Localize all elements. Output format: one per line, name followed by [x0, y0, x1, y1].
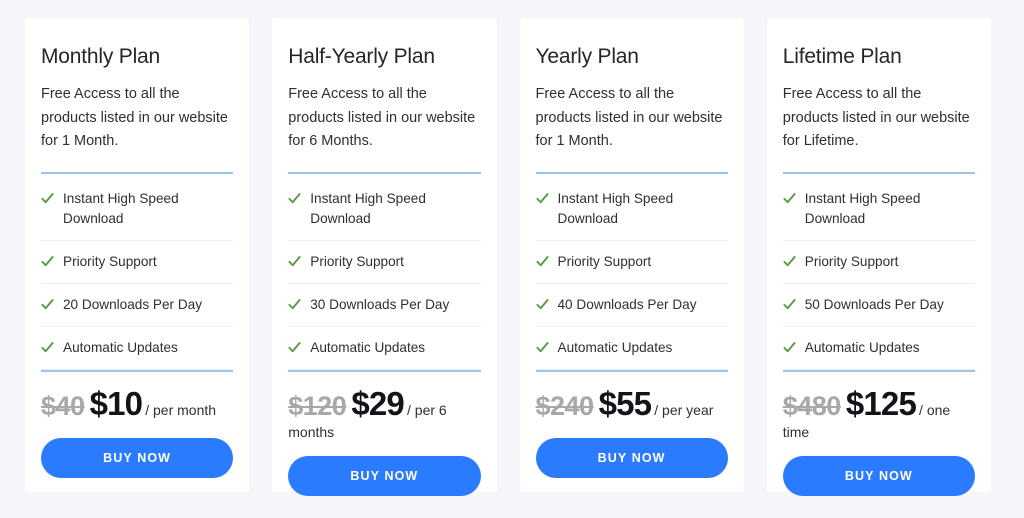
plan-description: Free Access to all the products listed i… [782, 86, 970, 150]
check-icon [41, 341, 54, 353]
feature-label: Automatic Updates [63, 339, 178, 355]
feature-label: 50 Downloads Per Day [804, 297, 944, 313]
price-original: $40 [41, 390, 85, 421]
plan-card-monthly: Monthly Plan Free Access to all the prod… [25, 18, 250, 492]
feature-label: 30 Downloads Per Day [310, 297, 450, 313]
feature-label: Priority Support [310, 254, 404, 270]
price-line: $40 $10/ per month [41, 385, 233, 424]
plan-card-lifetime: Lifetime Plan Free Access to all the pro… [766, 18, 991, 497]
plan-title: Yearly Plan [535, 45, 639, 68]
buy-now-button[interactable]: BUY NOW [288, 456, 481, 497]
price-line: $240 $55/ per year [536, 385, 728, 424]
pricing-plans-grid: Monthly Plan Free Access to all the prod… [0, 0, 1024, 518]
feature-list: Instant High Speed Download Priority Sup… [782, 178, 975, 370]
feature-item: Instant High Speed Download [288, 178, 481, 242]
feature-list: Instant High Speed Download Priority Sup… [535, 178, 728, 370]
plan-card-yearly: Yearly Plan Free Access to all the produ… [519, 18, 744, 492]
feature-label: 40 Downloads Per Day [557, 297, 697, 313]
buy-now-button[interactable]: BUY NOW [535, 437, 728, 478]
price-divider [535, 369, 728, 372]
check-icon [783, 192, 796, 203]
buy-now-button[interactable]: BUY NOW [41, 437, 234, 478]
price-block: $40 $10/ per month BUY NOW [41, 369, 234, 504]
price-block: $240 $55/ per year BUY NOW [535, 369, 728, 504]
check-icon [288, 192, 301, 203]
header-divider [41, 171, 234, 174]
price-original: $120 [288, 390, 347, 421]
check-icon [535, 192, 549, 203]
feature-item: Automatic Updates [535, 327, 728, 370]
feature-label: Instant High Speed Download [310, 190, 426, 227]
feature-label: Automatic Updates [557, 339, 673, 355]
feature-item: Priority Support [41, 241, 234, 285]
price-current: $55 [598, 384, 652, 422]
price-block: $120 $29/ per 6 months BUY NOW [288, 369, 481, 518]
check-icon [783, 299, 796, 310]
price-line: $480 $125/ one time [783, 385, 975, 443]
check-icon [288, 341, 301, 353]
feature-item: Instant High Speed Download [535, 178, 728, 242]
price-original: $480 [782, 390, 842, 421]
feature-label: Automatic Updates [310, 339, 426, 355]
feature-label: Instant High Speed Download [63, 190, 179, 227]
feature-item: Automatic Updates [288, 327, 481, 370]
feature-item: Automatic Updates [782, 327, 975, 370]
check-icon [41, 299, 54, 310]
plan-card-half-yearly: Half-Yearly Plan Free Access to all the … [272, 18, 497, 497]
check-icon [535, 341, 549, 353]
check-icon [41, 192, 54, 203]
buy-now-button[interactable]: BUY NOW [782, 456, 975, 497]
header-divider [535, 171, 728, 174]
check-icon [535, 256, 549, 267]
feature-item: Priority Support [288, 241, 481, 285]
feature-list: Instant High Speed Download Priority Sup… [41, 178, 234, 370]
feature-item: Automatic Updates [41, 327, 234, 370]
price-divider [288, 369, 481, 372]
check-icon [41, 256, 54, 267]
check-icon [783, 341, 796, 353]
check-icon [288, 256, 301, 267]
plan-description: Free Access to all the products listed i… [41, 86, 228, 150]
feature-label: Priority Support [63, 254, 157, 270]
feature-label: Instant High Speed Download [804, 190, 921, 227]
price-original: $240 [535, 390, 595, 421]
feature-item: 30 Downloads Per Day [288, 284, 481, 327]
plan-description: Free Access to all the products listed i… [288, 86, 476, 150]
feature-item: 40 Downloads Per Day [535, 284, 728, 327]
price-divider [41, 369, 234, 372]
price-line: $120 $29/ per 6 months [288, 385, 480, 443]
check-icon [783, 256, 796, 267]
feature-item: Instant High Speed Download [41, 178, 234, 242]
header-divider [782, 171, 975, 174]
feature-label: Priority Support [557, 254, 652, 270]
plan-title: Monthly Plan [41, 45, 160, 68]
plan-title: Lifetime Plan [782, 45, 902, 68]
feature-item: Priority Support [782, 241, 975, 285]
feature-item: 50 Downloads Per Day [782, 284, 975, 327]
price-unit: / per year [654, 401, 714, 418]
price-current: $29 [351, 384, 404, 422]
feature-item: Priority Support [535, 241, 728, 285]
check-icon [535, 299, 549, 310]
price-divider [782, 369, 975, 372]
feature-label: Instant High Speed Download [557, 190, 674, 227]
feature-item: Instant High Speed Download [782, 178, 975, 242]
check-icon [288, 299, 301, 310]
feature-list: Instant High Speed Download Priority Sup… [288, 178, 481, 370]
plan-description: Free Access to all the products listed i… [535, 86, 723, 150]
price-block: $480 $125/ one time BUY NOW [782, 369, 975, 518]
feature-label: Automatic Updates [804, 339, 920, 355]
feature-label: Priority Support [804, 254, 899, 270]
feature-item: 20 Downloads Per Day [41, 284, 234, 327]
header-divider [288, 171, 481, 174]
price-unit: / per month [145, 401, 217, 418]
price-current: $125 [845, 384, 917, 422]
feature-label: 20 Downloads Per Day [63, 297, 203, 313]
price-current: $10 [89, 384, 143, 422]
plan-title: Half-Yearly Plan [288, 45, 435, 68]
